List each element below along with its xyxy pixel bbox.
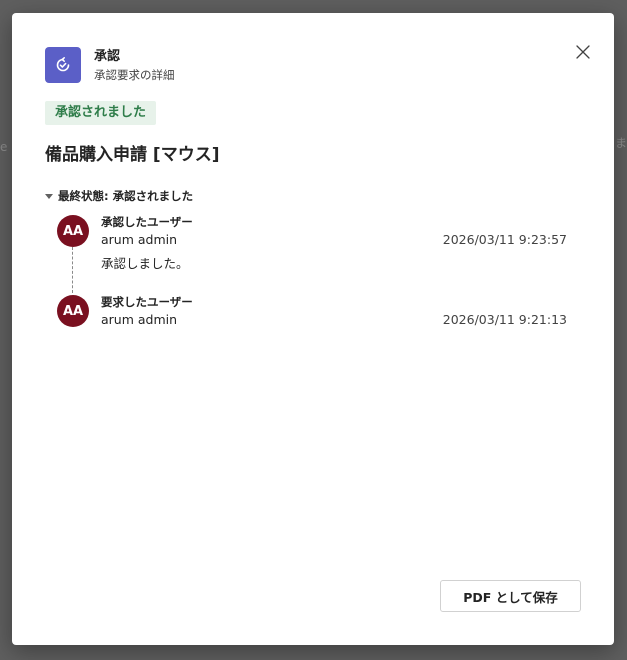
background-text-right: ま xyxy=(615,136,627,150)
entry-timestamp: 2026/03/11 9:23:57 xyxy=(442,232,567,247)
final-state-label: 最終状態: 承認されました xyxy=(58,189,194,203)
save-as-pdf-button[interactable]: PDF として保存 xyxy=(440,580,581,612)
avatar: AA xyxy=(57,215,89,247)
approval-details-dialog: 承認 承認要求の詳細 承認されました 備品購入申請 [マウス] 最終状態: 承認… xyxy=(12,13,614,645)
timeline-connector xyxy=(72,247,73,293)
background-text-left: e xyxy=(0,140,8,154)
caret-down-icon xyxy=(45,193,53,199)
close-icon xyxy=(576,45,590,59)
app-title-block: 承認 承認要求の詳細 xyxy=(94,48,175,83)
entry-role: 要求したユーザー xyxy=(101,295,193,309)
request-title: 備品購入申請 [マウス] xyxy=(45,145,220,165)
entry-name-row: arum admin 2026/03/11 9:23:57 xyxy=(101,231,567,249)
entry-comment: 承認しました。 xyxy=(101,256,189,271)
app-title: 承認 xyxy=(94,48,121,64)
entry-role: 承認したユーザー xyxy=(101,215,193,229)
entry-user-name: arum admin xyxy=(101,232,178,247)
status-badge: 承認されました xyxy=(45,101,157,125)
avatar: AA xyxy=(57,295,89,327)
approvals-icon xyxy=(45,47,81,83)
app-subtitle: 承認要求の詳細 xyxy=(94,67,175,82)
timeline-entry-body: 承認したユーザー arum admin 2026/03/11 9:23:57 承… xyxy=(101,213,567,273)
final-state-toggle[interactable]: 最終状態: 承認されました xyxy=(45,188,193,204)
entry-timestamp: 2026/03/11 9:21:13 xyxy=(442,312,567,327)
entry-user-name: arum admin xyxy=(101,312,178,327)
timeline-entry-body: 要求したユーザー arum admin 2026/03/11 9:21:13 xyxy=(101,293,567,329)
close-button[interactable] xyxy=(574,43,592,61)
entry-name-row: arum admin 2026/03/11 9:21:13 xyxy=(101,311,567,329)
dialog-header: 承認 承認要求の詳細 xyxy=(45,47,175,83)
